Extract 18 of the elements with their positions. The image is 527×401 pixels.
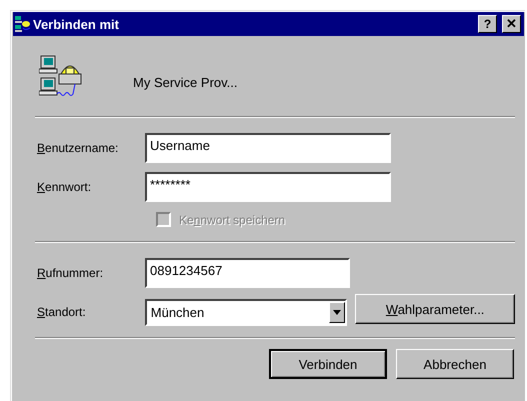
help-button[interactable]: ? <box>478 15 497 33</box>
connection-name: My Service Prov... <box>133 74 238 90</box>
network-phone-icon <box>15 16 31 32</box>
field-label: Benutzername: <box>37 141 120 155</box>
window-title: Verbinden mit <box>33 16 120 32</box>
dropdown[interactable]: München <box>144 298 348 326</box>
input-field[interactable]: ******** <box>145 172 391 202</box>
field-label: Kennwort: <box>37 180 92 194</box>
input-field[interactable]: Username <box>145 133 391 163</box>
field-label: Standort: <box>37 305 87 319</box>
checkbox-label: Kennwort speichern <box>179 212 286 226</box>
input-field[interactable]: 0891234567 <box>145 258 350 288</box>
cancel-button[interactable]: Abbrechen <box>396 349 514 379</box>
connect-button[interactable]: Verbinden <box>269 349 387 379</box>
network-phone-icon <box>39 54 83 98</box>
field-label: Rufnummer: <box>37 266 104 280</box>
close-button[interactable]: ✕ <box>502 15 521 33</box>
dialing-properties-button[interactable]: Wahlparameter... <box>355 294 515 324</box>
